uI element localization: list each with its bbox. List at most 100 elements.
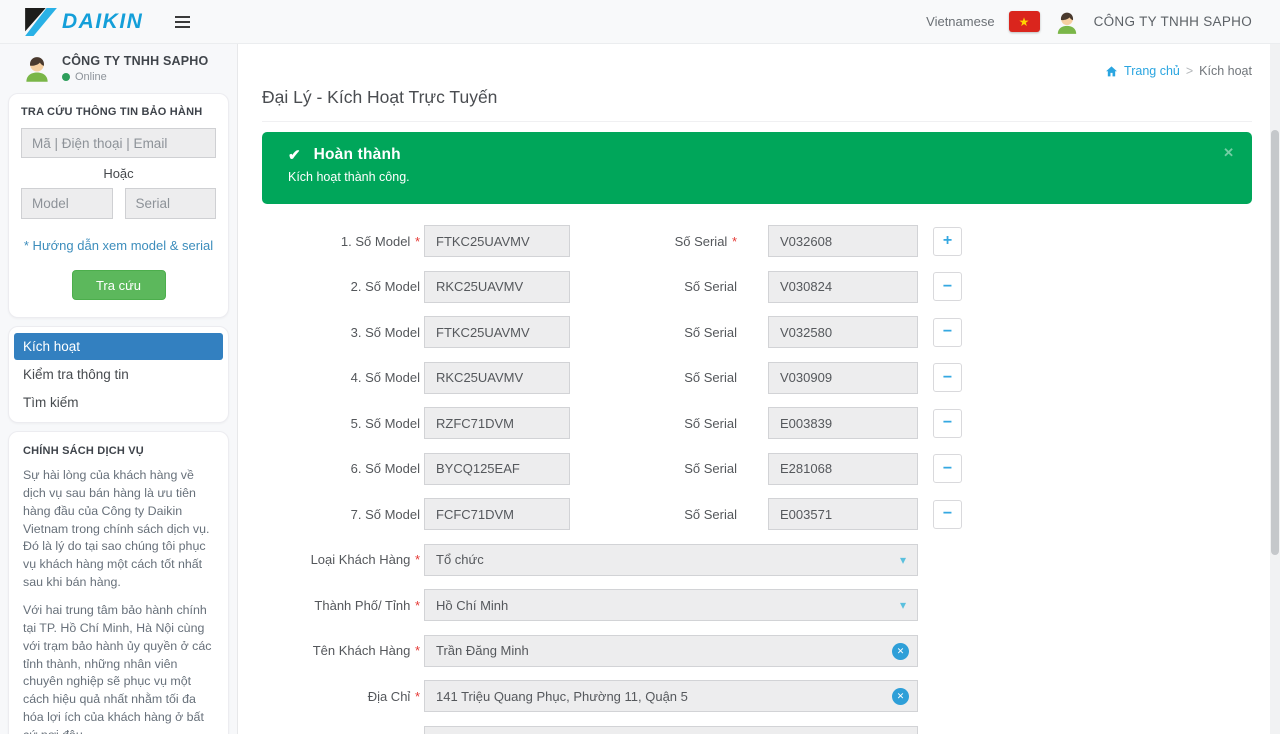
lookup-panel-title: TRA CỨU THÔNG TIN BẢO HÀNH xyxy=(21,106,216,118)
lookup-code-input[interactable]: Mã | Điện thoại | Email xyxy=(21,128,216,158)
language-label[interactable]: Vietnamese xyxy=(926,14,994,29)
model-input-2[interactable]: RKC25UAVMV xyxy=(424,271,570,303)
remove-row-button[interactable]: − xyxy=(933,272,962,301)
model-serial-guide-link[interactable]: * Hướng dẫn xem model & serial xyxy=(21,238,216,253)
customer-name-input[interactable]: Trần Đăng Minh ✕ xyxy=(424,635,918,667)
remove-row-button[interactable]: − xyxy=(933,500,962,529)
model-input-1[interactable]: FTKC25UAVMV xyxy=(424,225,570,257)
city-label: Thành Phố/ Tỉnh * xyxy=(262,598,420,613)
page-title: Đại Lý - Kích Hoạt Trực Tuyến xyxy=(262,87,1252,122)
product-row-3: 3. Số Model FTKC25UAVMV Số Serial V03258… xyxy=(262,316,1260,348)
lookup-button[interactable]: Tra cứu xyxy=(72,270,166,300)
menu-toggle-icon[interactable] xyxy=(171,12,194,32)
remove-row-button[interactable]: − xyxy=(933,454,962,483)
model-input-5[interactable]: RZFC71DVM xyxy=(424,407,570,439)
minus-icon: − xyxy=(943,415,952,431)
next-field-row xyxy=(262,726,1260,734)
customer-name-row: Tên Khách Hàng * Trần Đăng Minh ✕ xyxy=(262,635,1260,667)
product-row-4: 4. Số Model RKC25UAVMV Số Serial V030909… xyxy=(262,362,1260,394)
remove-row-button[interactable]: − xyxy=(933,318,962,347)
product-row-2: 2. Số Model RKC25UAVMV Số Serial V030824… xyxy=(262,271,1260,303)
breadcrumb-current: Kích hoạt xyxy=(1199,64,1252,78)
chevron-down-icon: ▾ xyxy=(900,554,906,566)
sidebar-item-kich-hoat[interactable]: Kích hoạt xyxy=(14,333,223,360)
next-field-input[interactable] xyxy=(424,726,918,734)
serial-input-3[interactable]: V032580 xyxy=(768,316,918,348)
minus-icon: − xyxy=(943,324,952,340)
serial-label: Số Serial xyxy=(570,279,737,294)
serial-label: Số Serial xyxy=(570,325,737,340)
model-input-4[interactable]: RKC25UAVMV xyxy=(424,362,570,394)
scrollbar-thumb[interactable] xyxy=(1271,130,1279,555)
header-user-avatar[interactable] xyxy=(1054,9,1080,35)
daikin-logo-mark-icon xyxy=(24,8,58,36)
online-status-dot xyxy=(62,73,70,81)
scrollbar-track[interactable] xyxy=(1270,44,1280,734)
model-label: 4. Số Model xyxy=(262,370,420,385)
serial-input-1[interactable]: V032608 xyxy=(768,225,918,257)
alert-title: Hoàn thành xyxy=(314,146,401,164)
serial-input-4[interactable]: V030909 xyxy=(768,362,918,394)
serial-input-6[interactable]: E281068 xyxy=(768,453,918,485)
flag-star-icon: ★ xyxy=(1019,16,1030,28)
model-input-3[interactable]: FTKC25UAVMV xyxy=(424,316,570,348)
minus-icon: − xyxy=(943,506,952,522)
sidebar-user-avatar xyxy=(22,53,52,83)
online-status-label: Online xyxy=(75,71,107,83)
sidebar-item-kiem-tra-thong-tin[interactable]: Kiểm tra thông tin xyxy=(14,361,223,388)
minus-icon: − xyxy=(943,461,952,477)
plus-icon: + xyxy=(943,233,952,249)
breadcrumb-separator: > xyxy=(1186,64,1193,78)
city-select[interactable]: Hồ Chí Minh ▾ xyxy=(424,589,918,621)
breadcrumb: Trang chủ > Kích hoạt xyxy=(262,44,1260,78)
breadcrumb-home-link[interactable]: Trang chủ xyxy=(1124,64,1180,78)
model-input-6[interactable]: BYCQ125EAF xyxy=(424,453,570,485)
product-row-6: 6. Số Model BYCQ125EAF Số Serial E281068… xyxy=(262,453,1260,485)
sidebar-item-tim-kiem[interactable]: Tìm kiếm xyxy=(14,389,223,416)
model-label: 2. Số Model xyxy=(262,279,420,294)
clear-icon[interactable]: ✕ xyxy=(892,643,909,660)
city-row: Thành Phố/ Tỉnh * Hồ Chí Minh ▾ xyxy=(262,589,1260,621)
lookup-model-input[interactable]: Model xyxy=(21,188,113,219)
serial-input-5[interactable]: E003839 xyxy=(768,407,918,439)
serial-label: Số Serial xyxy=(570,370,737,385)
serial-label: Số Serial * xyxy=(570,234,737,249)
sidebar-user-block: CÔNG TY TNHH SAPHO Online xyxy=(0,44,237,89)
model-label: 7. Số Model xyxy=(262,507,420,522)
lookup-serial-input[interactable]: Serial xyxy=(125,188,217,219)
customer-type-row: Loại Khách Hàng * Tổ chức ▾ xyxy=(262,544,1260,576)
sidebar: CÔNG TY TNHH SAPHO Online TRA CỨU THÔNG … xyxy=(0,44,238,734)
add-row-button[interactable]: + xyxy=(933,227,962,256)
top-header: DAIKIN Vietnamese ★ CÔNG TY TNHH SAPHO xyxy=(0,0,1280,44)
customer-name-label: Tên Khách Hàng * xyxy=(262,643,420,658)
customer-type-select[interactable]: Tổ chức ▾ xyxy=(424,544,918,576)
home-icon[interactable] xyxy=(1105,65,1118,78)
address-input[interactable]: 141 Triệu Quang Phục, Phường 11, Quận 5 … xyxy=(424,680,918,712)
header-user-name[interactable]: CÔNG TY TNHH SAPHO xyxy=(1094,14,1252,29)
model-label: 6. Số Model xyxy=(262,461,420,476)
check-icon: ✔ xyxy=(288,146,301,164)
model-label: 3. Số Model xyxy=(262,325,420,340)
daikin-logo[interactable]: DAIKIN xyxy=(24,8,143,36)
daikin-logo-text: DAIKIN xyxy=(62,10,143,34)
clear-icon[interactable]: ✕ xyxy=(892,688,909,705)
model-input-7[interactable]: FCFC71DVM xyxy=(424,498,570,530)
product-row-7: 7. Số Model FCFC71DVM Số Serial E003571 … xyxy=(262,498,1260,530)
or-label: Hoặc xyxy=(21,166,216,181)
model-label: 1. Số Model * xyxy=(262,234,420,249)
address-label: Địa Chỉ * xyxy=(262,689,420,704)
warranty-lookup-panel: TRA CỨU THÔNG TIN BẢO HÀNH Mã | Điện tho… xyxy=(8,93,229,318)
minus-icon: − xyxy=(943,279,952,295)
model-label: 5. Số Model xyxy=(262,416,420,431)
product-row-5: 5. Số Model RZFC71DVM Số Serial E003839 … xyxy=(262,407,1260,439)
alert-close-icon[interactable]: ✕ xyxy=(1223,145,1234,161)
vietnam-flag-icon[interactable]: ★ xyxy=(1009,11,1040,32)
remove-row-button[interactable]: − xyxy=(933,363,962,392)
service-policy-panel: CHÍNH SÁCH DỊCH VỤ Sự hài lòng của khách… xyxy=(8,431,229,734)
serial-input-2[interactable]: V030824 xyxy=(768,271,918,303)
success-alert: ✔ Hoàn thành Kích hoạt thành công. ✕ xyxy=(262,132,1252,204)
remove-row-button[interactable]: − xyxy=(933,409,962,438)
product-row-1: 1. Số Model * FTKC25UAVMV Số Serial * V0… xyxy=(262,225,1260,257)
serial-input-7[interactable]: E003571 xyxy=(768,498,918,530)
serial-label: Số Serial xyxy=(570,416,737,431)
